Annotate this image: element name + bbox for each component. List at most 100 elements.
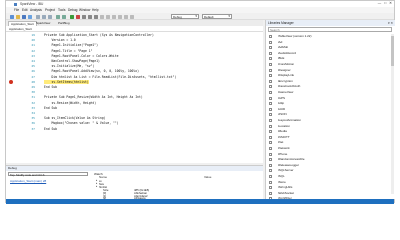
code-editor[interactable]: 19 Private Sub Application_Start (Sys As … bbox=[6, 32, 263, 163]
cut-icon[interactable] bbox=[36, 14, 40, 19]
code-line[interactable]: NavControl.ShowPage(Page1) bbox=[44, 59, 99, 63]
open-folder-icon[interactable] bbox=[16, 14, 20, 19]
library-item[interactable]: iMedia bbox=[268, 129, 392, 134]
library-checkbox[interactable] bbox=[269, 96, 272, 100]
library-item[interactable]: iFacebookOAuth bbox=[268, 84, 392, 89]
library-checkbox[interactable] bbox=[269, 68, 272, 72]
code-line[interactable]: End Sub bbox=[44, 106, 57, 110]
code-line[interactable]: Page1.RootPanel.AddView(sv, 0, 0, 100%y,… bbox=[44, 69, 139, 73]
menu-debug[interactable]: Debug bbox=[68, 8, 77, 12]
library-checkbox[interactable] bbox=[269, 119, 272, 122]
library-checkbox[interactable] bbox=[269, 46, 272, 50]
library-item[interactable]: iSQL bbox=[268, 174, 392, 179]
library-item[interactable]: iNetwork bbox=[268, 146, 392, 151]
library-item[interactable]: iReleaseLogger bbox=[268, 163, 392, 168]
library-checkbox[interactable] bbox=[269, 130, 272, 134]
library-checkbox[interactable] bbox=[269, 51, 272, 55]
menu-edit[interactable]: Edit bbox=[22, 8, 28, 12]
bookmark-icon[interactable] bbox=[130, 14, 134, 19]
library-checkbox[interactable] bbox=[269, 141, 272, 145]
step-icon[interactable] bbox=[82, 14, 86, 19]
library-item[interactable]: iBLE bbox=[268, 56, 392, 61]
save-all-icon[interactable] bbox=[28, 14, 32, 19]
platform-combo[interactable]: Default ▼ bbox=[202, 14, 232, 19]
library-checkbox[interactable] bbox=[269, 40, 272, 44]
library-checkbox[interactable] bbox=[269, 63, 272, 66]
library-item[interactable]: iRandomAccessFile bbox=[268, 157, 392, 162]
library-item[interactable]: iNet bbox=[268, 140, 392, 145]
library-item[interactable]: iSQLServer bbox=[268, 168, 392, 173]
code-line[interactable]: Private Sub Application_Start (Sys As Na… bbox=[44, 33, 154, 37]
new-file-icon[interactable] bbox=[10, 14, 14, 19]
library-item[interactable]: iCoreMotion bbox=[268, 62, 392, 67]
library-item[interactable]: iGPS bbox=[268, 96, 392, 101]
code-line[interactable]: Sub sv_ItemClick(Value As String) bbox=[44, 116, 105, 120]
library-item[interactable]: iPhone bbox=[268, 152, 392, 157]
library-item[interactable]: iGameView bbox=[268, 90, 392, 95]
debug-mode-combo[interactable]: Tap. Modify code and Ctrl-S bbox=[8, 172, 88, 177]
library-checkbox[interactable] bbox=[269, 102, 272, 106]
menu-project[interactable]: Project bbox=[45, 8, 55, 12]
maximize-button[interactable]: □ bbox=[384, 1, 386, 5]
library-checkbox[interactable] bbox=[269, 163, 272, 167]
library-checkbox[interactable] bbox=[269, 158, 272, 162]
library-checkbox[interactable] bbox=[269, 180, 272, 184]
breakpoint-icon[interactable] bbox=[9, 79, 13, 84]
save-icon[interactable] bbox=[22, 14, 26, 19]
code-line[interactable]: Dim htmlist As List = File.ReadList(File… bbox=[44, 75, 176, 79]
code-line[interactable]: End Sub bbox=[44, 127, 57, 131]
library-item[interactable]: iAd bbox=[268, 40, 392, 45]
library-checkbox[interactable] bbox=[269, 79, 272, 83]
library-item[interactable]: iLayoutAnimation bbox=[268, 118, 392, 123]
libraries-search-input[interactable]: Search bbox=[268, 27, 392, 32]
library-item[interactable]: iTableView (version 1.22) bbox=[268, 34, 392, 39]
paste-icon[interactable] bbox=[48, 14, 52, 19]
library-checkbox[interactable] bbox=[269, 191, 272, 195]
comment-icon[interactable] bbox=[106, 14, 110, 19]
code-line[interactable]: End Sub bbox=[44, 85, 57, 89]
menu-window[interactable]: Window bbox=[79, 8, 90, 12]
indent-icon[interactable] bbox=[118, 14, 122, 19]
code-line[interactable]: sv.Resize(Width, Height) bbox=[44, 101, 96, 105]
undo-icon[interactable] bbox=[56, 14, 60, 19]
panel-controls[interactable]: ▾ ✕ bbox=[388, 20, 393, 26]
redo-icon[interactable] bbox=[62, 14, 66, 19]
library-item[interactable]: iStore bbox=[268, 180, 392, 185]
stop-icon[interactable] bbox=[76, 14, 80, 19]
minimize-button[interactable]: — bbox=[378, 1, 381, 5]
library-item[interactable]: iHttp bbox=[268, 101, 392, 106]
menu-tools[interactable]: Tools bbox=[58, 8, 65, 12]
code-line[interactable]: Page1.Title = "Page 1" bbox=[44, 49, 92, 53]
library-checkbox[interactable] bbox=[269, 113, 272, 117]
code-line[interactable]: Page1.RootPanel.Color = Colors.White bbox=[44, 54, 118, 58]
library-checkbox[interactable] bbox=[269, 107, 272, 111]
code-line[interactable]: Msgbox("Chosen value: " & Value, "") bbox=[44, 121, 118, 125]
code-line[interactable]: sv.SetItems(htmlist) bbox=[44, 79, 89, 84]
code-line[interactable]: Page1.Initialize("Page1") bbox=[44, 43, 98, 47]
library-checkbox[interactable] bbox=[269, 124, 272, 128]
library-checkbox[interactable] bbox=[269, 74, 272, 78]
library-checkbox[interactable] bbox=[269, 186, 272, 190]
step-out-icon[interactable] bbox=[94, 14, 98, 19]
menu-help[interactable]: Help bbox=[92, 8, 99, 12]
library-checkbox[interactable] bbox=[269, 135, 272, 139]
library-checkbox[interactable] bbox=[269, 175, 272, 178]
current-sub[interactable]: Application_Start bbox=[9, 27, 32, 31]
libraries-scrollbar[interactable] bbox=[391, 34, 394, 194]
library-item[interactable]: iAdMob bbox=[268, 45, 392, 50]
close-button[interactable]: ✕ bbox=[389, 1, 392, 5]
library-item[interactable]: iHUD bbox=[268, 107, 392, 112]
library-checkbox[interactable] bbox=[269, 85, 272, 89]
library-item[interactable]: iStringUtils bbox=[268, 185, 392, 190]
menu-file[interactable]: File bbox=[14, 8, 19, 12]
library-item[interactable]: iEncryption bbox=[268, 79, 392, 84]
library-item[interactable]: iJSON bbox=[268, 112, 392, 117]
stack-frame-link[interactable]: Application_Start (main) 28 bbox=[10, 179, 46, 183]
library-item[interactable]: iNSIOTT bbox=[268, 135, 392, 140]
run-icon[interactable] bbox=[70, 14, 74, 19]
copy-icon[interactable] bbox=[42, 14, 46, 19]
library-checkbox[interactable] bbox=[269, 152, 272, 156]
expand-icon[interactable]: ▸ bbox=[96, 185, 97, 188]
library-checkbox[interactable] bbox=[269, 147, 272, 150]
code-line[interactable]: Private Sub Page1_Resize(Width As Int, H… bbox=[44, 95, 143, 99]
